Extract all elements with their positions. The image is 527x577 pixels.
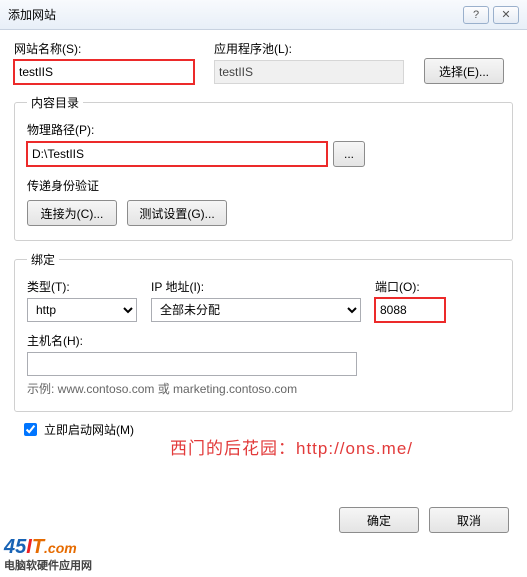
window-title: 添加网站 bbox=[8, 6, 459, 23]
content-directory-legend: 内容目录 bbox=[27, 94, 83, 111]
port-label: 端口(O): bbox=[375, 278, 445, 295]
apppool-value: testIIS bbox=[214, 60, 404, 84]
type-label: 类型(T): bbox=[27, 278, 137, 295]
ip-label: IP 地址(I): bbox=[151, 278, 361, 295]
hostname-input[interactable] bbox=[27, 352, 357, 376]
physical-path-label: 物理路径(P): bbox=[27, 121, 500, 138]
browse-path-button[interactable]: ... bbox=[333, 141, 365, 167]
site-name-label: 网站名称(S): bbox=[14, 40, 194, 57]
logo-subtitle: 电脑软硬件应用网 bbox=[4, 557, 92, 573]
help-button[interactable]: ? bbox=[463, 6, 489, 24]
hostname-example: 示例: www.contoso.com 或 marketing.contoso.… bbox=[27, 380, 500, 397]
type-select[interactable]: http bbox=[27, 298, 137, 322]
binding-legend: 绑定 bbox=[27, 251, 59, 268]
passthrough-auth-label: 传递身份验证 bbox=[27, 177, 500, 194]
ok-button[interactable]: 确定 bbox=[339, 507, 419, 533]
port-input[interactable] bbox=[375, 298, 445, 322]
content-directory-group: 内容目录 物理路径(P): ... 传递身份验证 连接为(C)... 测试设置(… bbox=[14, 94, 513, 241]
physical-path-input[interactable] bbox=[27, 142, 327, 166]
hostname-label: 主机名(H): bbox=[27, 332, 500, 349]
start-now-checkbox[interactable] bbox=[24, 423, 37, 436]
start-now-label: 立即启动网站(M) bbox=[44, 421, 134, 438]
apppool-label: 应用程序池(L): bbox=[214, 40, 404, 57]
site-name-input[interactable] bbox=[14, 60, 194, 84]
select-apppool-button[interactable]: 选择(E)... bbox=[424, 58, 504, 84]
footer-buttons: 确定 取消 bbox=[339, 507, 509, 533]
cancel-button[interactable]: 取消 bbox=[429, 507, 509, 533]
connect-as-button[interactable]: 连接为(C)... bbox=[27, 200, 117, 226]
test-settings-button[interactable]: 测试设置(G)... bbox=[127, 200, 227, 226]
ip-select[interactable]: 全部未分配 bbox=[151, 298, 361, 322]
watermark-text: 西门的后花园：http://ons.me/ bbox=[170, 434, 413, 459]
binding-group: 绑定 类型(T): http IP 地址(I): 全部未分配 端口(O): 主机… bbox=[14, 251, 513, 412]
close-button[interactable]: ✕ bbox=[493, 6, 519, 24]
site-logo: 45IT.com 电脑软硬件应用网 bbox=[4, 538, 92, 573]
titlebar: 添加网站 ? ✕ bbox=[0, 0, 527, 30]
dialog-content: 网站名称(S): 应用程序池(L): testIIS 选择(E)... 内容目录… bbox=[0, 30, 527, 439]
logo-text: 45IT.com bbox=[4, 538, 92, 557]
